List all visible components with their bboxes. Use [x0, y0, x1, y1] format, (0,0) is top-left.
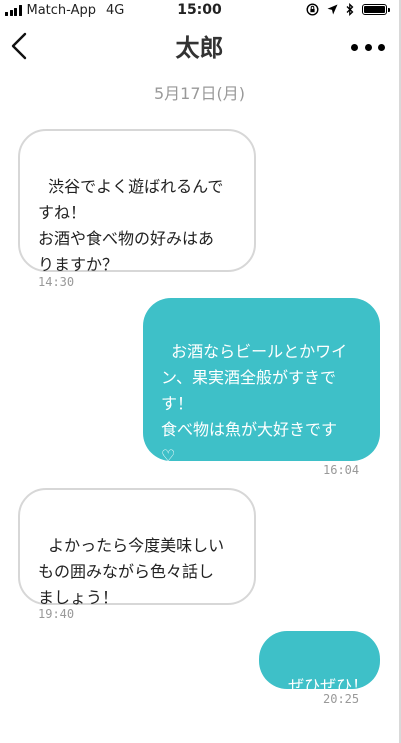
incoming-message-bubble[interactable]: 渋谷でよく遊ばれるんで すね！ お酒や食べ物の好みはあ りますか？ [18, 129, 256, 274]
message-text: よかったら今度美味しい もの囲みながら色々話し ましょう！ [38, 536, 225, 607]
status-bar: Match-App 4G 15:00 [0, 0, 399, 22]
battery-icon [362, 4, 390, 15]
status-right [306, 3, 390, 16]
message-timestamp: 14:30 [38, 275, 75, 289]
message-text: お酒ならビールとかワイ ン、果実酒全般がすきで す！ 食べ物は魚が大好きです ♡ [161, 342, 348, 465]
date-separator: 5月17日(月) [153, 84, 246, 103]
message-timestamp: 20:25 [323, 692, 360, 706]
outgoing-message-bubble[interactable]: お酒ならビールとかワイ ン、果実酒全般がすきで す！ 食べ物は魚が大好きです ♡ [143, 298, 380, 465]
incoming-message-bubble[interactable]: よかったら今度美味しい もの囲みながら色々話し ましょう！ [18, 488, 256, 607]
more-icon[interactable] [351, 40, 385, 54]
message-timestamp: 16:04 [323, 463, 360, 477]
orientation-lock-icon [306, 3, 319, 16]
contact-name-title: 太郎 [175, 34, 224, 62]
outgoing-message-bubble[interactable]: ぜひぜひ！ [259, 631, 380, 695]
location-icon [327, 4, 338, 15]
message-text: 渋谷でよく遊ばれるんで すね！ お酒や食べ物の好みはあ りますか？ [38, 177, 224, 274]
message-timestamp: 19:40 [38, 607, 75, 621]
nav-bar: 太郎 [0, 22, 399, 66]
bluetooth-icon [346, 3, 354, 16]
